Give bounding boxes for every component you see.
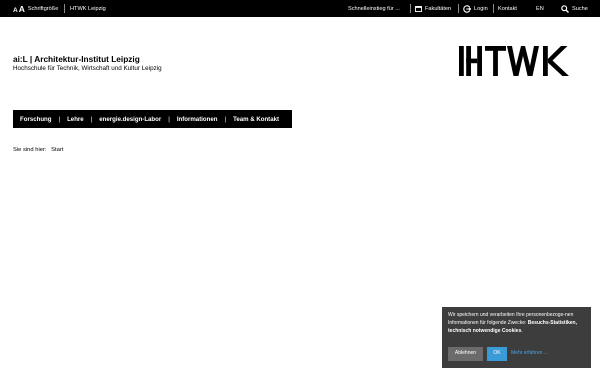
nav-separator: | bbox=[58, 115, 61, 123]
font-size-label: Schriftgröße bbox=[27, 5, 59, 12]
search-button[interactable]: Suche bbox=[561, 0, 588, 17]
divider bbox=[458, 4, 459, 13]
login-label: Login bbox=[474, 5, 488, 12]
nav-separator: | bbox=[168, 115, 170, 123]
font-size-control[interactable]: AA Schriftgröße bbox=[13, 0, 58, 17]
breadcrumb-start[interactable]: Start bbox=[51, 147, 63, 153]
login-link[interactable]: Login bbox=[463, 0, 488, 17]
faculties-link[interactable]: Fakultäten bbox=[415, 0, 451, 17]
cookie-actions: Ablehnen OK Mehr erfahren ... bbox=[448, 347, 548, 361]
htwk-logo[interactable] bbox=[459, 46, 570, 81]
breadcrumb-label: Sie sind hier: bbox=[13, 147, 47, 153]
quick-access-menu[interactable]: Schnelleinstieg für ... bbox=[348, 0, 400, 17]
cookie-banner: Wir speichern und verarbeiten Ihre perso… bbox=[442, 307, 591, 368]
language-switch[interactable]: EN bbox=[536, 0, 544, 17]
breadcrumb: Sie sind hier: Start bbox=[13, 147, 63, 153]
cookie-text-suffix: . bbox=[521, 327, 523, 334]
font-size-icon: AA bbox=[13, 3, 25, 14]
search-icon bbox=[561, 4, 569, 13]
search-label: Suche bbox=[572, 5, 588, 12]
faculties-icon bbox=[415, 5, 422, 12]
reject-button[interactable]: Ablehnen bbox=[448, 347, 483, 361]
nav-item-energie-design-labor[interactable]: energie.design-Labor bbox=[99, 116, 161, 123]
nav-separator: | bbox=[90, 115, 93, 123]
nav-item-forschung[interactable]: Forschung bbox=[20, 116, 51, 123]
nav-item-lehre[interactable]: Lehre bbox=[67, 116, 84, 123]
contact-link[interactable]: Kontakt bbox=[498, 0, 517, 17]
main-navigation: Forschung | Lehre | energie.design-Labor… bbox=[13, 110, 292, 128]
divider bbox=[64, 4, 65, 13]
top-utility-bar: AA Schriftgröße HTWK Leipzig Schnelleins… bbox=[0, 0, 600, 17]
nav-item-team-kontakt[interactable]: Team & Kontakt bbox=[233, 116, 279, 123]
cookie-text: Wir speichern und verarbeiten Ihre perso… bbox=[448, 312, 585, 335]
htwk-logo-mark bbox=[459, 46, 569, 76]
divider bbox=[410, 4, 411, 13]
divider bbox=[493, 4, 494, 13]
learn-more-link[interactable]: Mehr erfahren ... bbox=[511, 350, 548, 358]
site-title[interactable]: ai:L | Architektur-Institut Leipzig bbox=[13, 54, 140, 64]
nav-item-informationen[interactable]: Informationen bbox=[177, 116, 218, 123]
site-subtitle: Hochschule für Technik, Wirtschaft und K… bbox=[13, 65, 162, 72]
nav-separator: | bbox=[224, 115, 227, 123]
login-icon bbox=[463, 4, 471, 13]
faculties-label: Fakultäten bbox=[425, 5, 452, 12]
htwk-link[interactable]: HTWK Leipzig bbox=[70, 0, 106, 17]
ok-button[interactable]: OK bbox=[487, 347, 507, 361]
